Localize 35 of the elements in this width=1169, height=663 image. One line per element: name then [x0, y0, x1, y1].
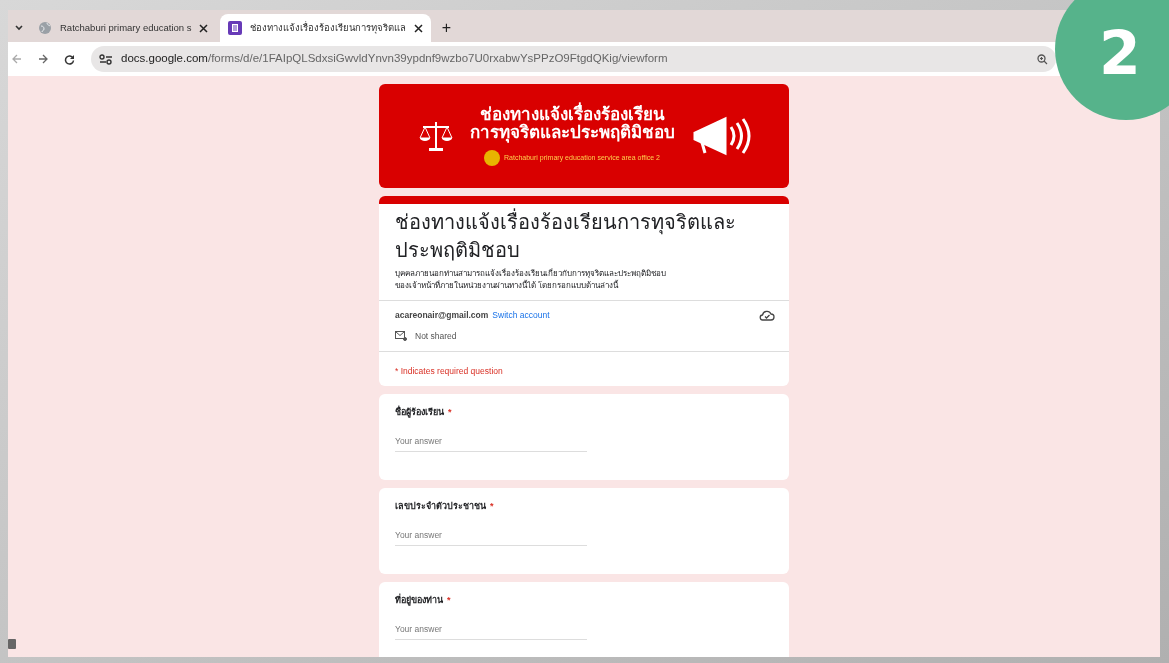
address-bar[interactable]: docs.google.com/forms/d/e/1FAIpQLSdxsiGwvldYnvn39ypdnf9wzbo7U0rxabwYsPPzO9FtgdQKig/viewform [91, 46, 1056, 72]
switch-account-link[interactable]: Switch account [492, 309, 550, 322]
forward-icon[interactable] [38, 54, 48, 64]
browser-tab[interactable]: ช่องทางแจ้งเรื่องร้องเรียนการทุจริตแล [220, 14, 432, 42]
new-tab-button[interactable]: + [435, 14, 458, 42]
account-email: acareonair@gmail.com [395, 309, 489, 322]
answer-field[interactable]: Your answer [395, 435, 587, 452]
zoom-icon[interactable] [1037, 53, 1048, 65]
form-title: ช่องทางแจ้งเรื่องร้องเรียนการทุจริตและประพฤติมิชอบ [395, 208, 773, 264]
banner-title: การทุจริตและประพฤติมิชอบ [469, 124, 675, 142]
required-asterisk: * [490, 499, 494, 513]
reload-icon[interactable] [64, 53, 75, 65]
mail-lock-icon [395, 331, 407, 342]
site-settings-icon[interactable] [99, 53, 113, 65]
emblem-icon [484, 150, 501, 166]
close-icon[interactable] [414, 23, 424, 33]
cloud-icon [759, 309, 775, 321]
close-icon[interactable] [199, 23, 209, 33]
url-text: docs.google.com/forms/d/e/1FAIpQLSdxsiGwvldYnvn39ypdnf9wzbo7U0rxabwYsPPzO9FtgdQKig/viewform [121, 51, 669, 67]
form-description: บุคคลภายนอกท่านสามารถแจ้งเรื่องร้องเรียนเกี่ยวกับการทุจริตและประพฤติมิชอบ [395, 268, 667, 280]
forms-icon [228, 21, 243, 35]
required-asterisk: * [448, 405, 452, 419]
form-description: ของเจ้าหน้าที่ภายในหน่วยงานผ่านทางนี้ได้ โดยกรอกแบบด้านล่างนี้ [395, 280, 620, 292]
step-badge: 2 [1055, 0, 1169, 120]
question-label: ที่อยู่ของท่าน [395, 593, 443, 607]
browser-tab[interactable]: Ratchaburi primary education s [30, 14, 217, 42]
answer-field[interactable]: Your answer [395, 529, 587, 546]
answer-field[interactable]: Your answer [395, 623, 587, 640]
question-label: ชื่อผู้ร้องเรียน [395, 405, 444, 419]
required-note: * Indicates required question [395, 365, 503, 376]
sidebar-toggle-icon[interactable] [8, 639, 16, 649]
required-asterisk: * [447, 593, 451, 607]
globe-icon [38, 21, 52, 35]
question-label: เลขประจำตัวประชาชน [395, 499, 486, 513]
sharing-status: Not shared [415, 329, 457, 343]
